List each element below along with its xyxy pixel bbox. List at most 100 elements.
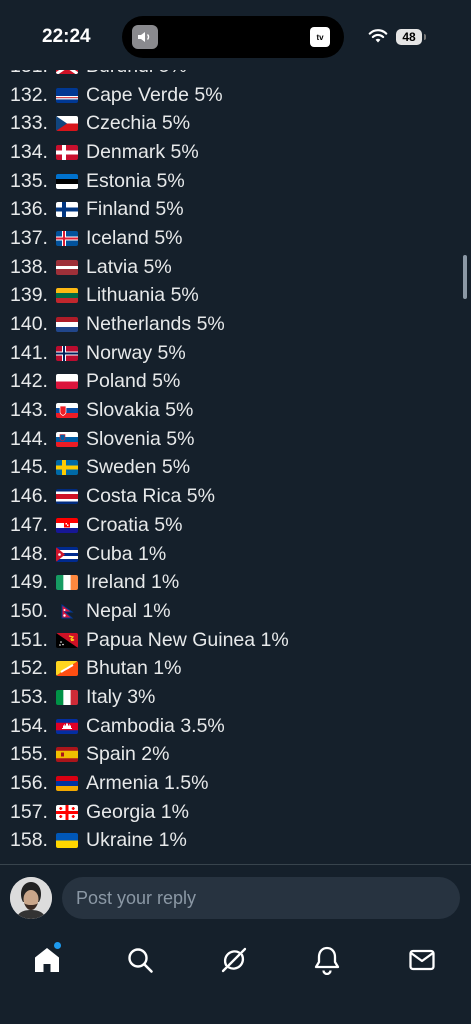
- list-item: 151. Papua New Guinea 1%: [10, 626, 450, 655]
- list-item: 157. Georgia 1%: [10, 798, 450, 827]
- item-country: Costa Rica: [86, 485, 182, 508]
- item-percent: 1%: [153, 657, 182, 680]
- list-item: 140. Netherlands 5%: [10, 310, 450, 339]
- list-item: 148. Cuba 1%: [10, 540, 450, 569]
- item-country: Papua New Guinea: [86, 628, 256, 651]
- reply-bar: [0, 864, 471, 931]
- unread-dot: [54, 942, 61, 949]
- list-item: 147. Croatia 5%: [10, 511, 450, 540]
- item-percent: 1%: [138, 542, 167, 565]
- list-item: 133. Czechia 5%: [10, 109, 450, 138]
- item-rank: 145.: [10, 456, 48, 479]
- list-item: 153. Italy 3%: [10, 683, 450, 712]
- finland-flag-icon: [56, 202, 78, 218]
- item-country: Sweden: [86, 456, 157, 479]
- item-rank: 144.: [10, 427, 48, 450]
- item-percent: 5%: [143, 255, 172, 278]
- item-percent: 5%: [170, 140, 199, 163]
- bottom-tab-bar: [0, 930, 471, 1024]
- item-rank: 149.: [10, 571, 48, 594]
- item-rank: 150.: [10, 599, 48, 622]
- item-percent: 1.5%: [164, 772, 209, 795]
- item-rank: 133.: [10, 112, 48, 135]
- poland-flag-icon: [56, 374, 78, 390]
- item-rank: 137.: [10, 226, 48, 249]
- ukraine-flag-icon: [56, 833, 78, 849]
- item-country: Netherlands: [86, 313, 192, 336]
- list-item: 154. Cambodia 3.5%: [10, 712, 450, 741]
- search-icon: [128, 948, 153, 973]
- item-rank: 139.: [10, 284, 48, 307]
- item-country: Ireland: [86, 571, 146, 594]
- ireland-flag-icon: [56, 575, 78, 591]
- tab-home[interactable]: [29, 942, 65, 978]
- list-item: 139. Lithuania 5%: [10, 282, 450, 311]
- item-country: Iceland: [86, 226, 149, 249]
- item-rank: 136.: [10, 198, 48, 221]
- list-item: 150. Nepal 1%: [10, 597, 450, 626]
- status-bar: 22:24 tv 48: [0, 0, 471, 70]
- item-country: Denmark: [86, 140, 166, 163]
- item-percent: 5%: [161, 112, 191, 135]
- item-percent: 3.5%: [180, 714, 225, 737]
- scroll-indicator[interactable]: [463, 255, 467, 299]
- list-item: 138. Latvia 5%: [10, 253, 450, 282]
- cambodia-flag-icon: [56, 718, 78, 734]
- wifi-icon: [368, 29, 388, 43]
- italy-flag-icon: [56, 689, 78, 705]
- item-country: Nepal: [86, 599, 137, 622]
- norway-flag-icon: [56, 345, 78, 361]
- item-percent: 5%: [161, 456, 191, 479]
- item-country: Lithuania: [86, 284, 166, 307]
- item-country: Latvia: [86, 255, 139, 278]
- reply-input[interactable]: [62, 877, 460, 919]
- item-rank: 154.: [10, 714, 48, 737]
- armenia-flag-icon: [56, 776, 78, 792]
- slovenia-flag-icon: [56, 431, 78, 447]
- item-rank: 157.: [10, 800, 48, 823]
- tab-messages[interactable]: [404, 942, 440, 978]
- avatar[interactable]: [10, 877, 52, 919]
- list-item: 144. Slovenia 5%: [10, 425, 450, 454]
- slovakia-flag-icon: [56, 403, 78, 419]
- list-item: 152. Bhutan 1%: [10, 654, 450, 683]
- item-percent: 5%: [154, 226, 183, 249]
- item-percent: 1%: [158, 829, 187, 852]
- iceland-flag-icon: [56, 230, 78, 246]
- messages-icon: [409, 949, 435, 971]
- item-rank: 152.: [10, 657, 48, 680]
- battery-icon: 48: [396, 29, 422, 45]
- list-item: 155. Spain 2%: [10, 741, 450, 770]
- item-percent: 5%: [165, 399, 194, 422]
- home-icon: [35, 948, 59, 972]
- item-percent: 1%: [160, 800, 189, 823]
- item-rank: 142.: [10, 370, 48, 393]
- czechia-flag-icon: [56, 116, 78, 132]
- item-percent: 5%: [194, 83, 223, 106]
- list-item: 141. Norway 5%: [10, 339, 450, 368]
- item-country: Cuba: [86, 542, 133, 565]
- tab-grok[interactable]: [216, 942, 252, 978]
- tab-notifications[interactable]: [309, 942, 345, 978]
- notifications-icon: [314, 946, 340, 975]
- croatia-flag-icon: [56, 517, 78, 533]
- item-country: Estonia: [86, 169, 152, 192]
- item-rank: 156.: [10, 772, 48, 795]
- item-percent: 1%: [142, 599, 171, 622]
- country-list: 131.Burundi 5%132.Cape Verde 5%133.Czech…: [10, 52, 450, 855]
- item-country: Norway: [86, 341, 153, 364]
- dynamic-island[interactable]: tv: [122, 16, 344, 58]
- item-rank: 153.: [10, 685, 48, 708]
- item-rank: 146.: [10, 485, 48, 508]
- item-country: Armenia: [86, 772, 159, 795]
- item-country: Poland: [86, 370, 147, 393]
- item-percent: 5%: [152, 370, 181, 393]
- grok-icon: [221, 947, 247, 973]
- papua-new-guinea-flag-icon: [56, 632, 78, 648]
- latvia-flag-icon: [56, 259, 78, 275]
- list-item: 134. Denmark 5%: [10, 138, 450, 167]
- item-percent: 1%: [151, 571, 180, 594]
- item-country: Croatia: [86, 513, 149, 536]
- item-percent: 5%: [155, 198, 184, 221]
- tab-search[interactable]: [122, 942, 158, 978]
